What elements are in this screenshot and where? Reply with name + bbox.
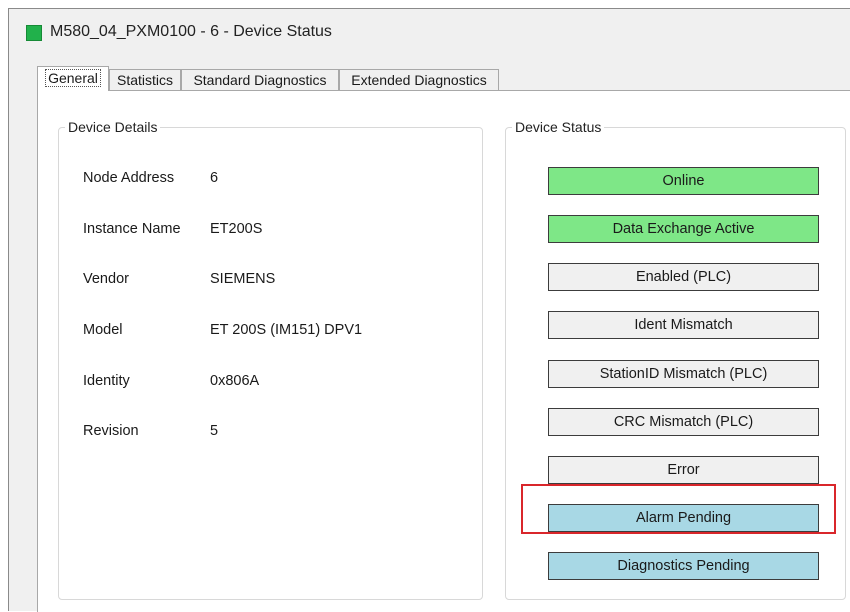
status-indicator-data-exchange-active: Data Exchange Active [548, 215, 819, 243]
status-indicator-error: Error [548, 456, 819, 484]
status-indicator-crc-mismatch-plc: CRC Mismatch (PLC) [548, 408, 819, 436]
revision-value: 5 [210, 423, 219, 439]
title-bar: M580_04_PXM0100 - 6 - Device Status [9, 9, 850, 51]
status-indicator-online: Online [548, 167, 819, 195]
tab-standard-diagnostics[interactable]: Standard Diagnostics [181, 69, 339, 90]
device-details-legend: Device Details [65, 119, 161, 135]
tab-general[interactable]: General [37, 66, 109, 91]
instance-name-value: ET200S [210, 221, 263, 237]
alarm-pending-highlight-box [521, 484, 836, 534]
status-indicator-ident-mismatch: Ident Mismatch [548, 311, 819, 339]
window-title: M580_04_PXM0100 - 6 - Device Status [50, 23, 332, 40]
device-status-legend: Device Status [512, 119, 605, 135]
identity-value: 0x806A [210, 373, 260, 389]
instance-name-label: Instance Name [83, 221, 181, 237]
node-address-value: 6 [210, 170, 219, 186]
device-details-group: Device Details Node Address 6 Instance N… [58, 119, 483, 600]
vendor-value: SIEMENS [210, 271, 276, 287]
tab-statistics-label: Statistics [116, 72, 173, 88]
status-indicator-diagnostics-pending: Diagnostics Pending [548, 552, 819, 580]
status-indicator-enabled-plc: Enabled (PLC) [548, 263, 819, 291]
model-label: Model [83, 322, 123, 338]
tab-extended-diagnostics[interactable]: Extended Diagnostics [339, 69, 499, 90]
device-status-icon [26, 25, 42, 41]
vendor-label: Vendor [83, 271, 129, 287]
status-indicator-stationid-mismatch-plc: StationID Mismatch (PLC) [548, 360, 819, 388]
tab-general-label: General [45, 69, 101, 87]
tab-statistics[interactable]: Statistics [109, 69, 181, 90]
tab-standard-diagnostics-label: Standard Diagnostics [193, 72, 327, 88]
revision-label: Revision [83, 423, 139, 439]
node-address-label: Node Address [83, 170, 175, 186]
model-value: ET 200S (IM151) DPV1 [210, 322, 363, 338]
identity-label: Identity [83, 373, 130, 389]
tab-extended-diagnostics-label: Extended Diagnostics [351, 72, 487, 88]
